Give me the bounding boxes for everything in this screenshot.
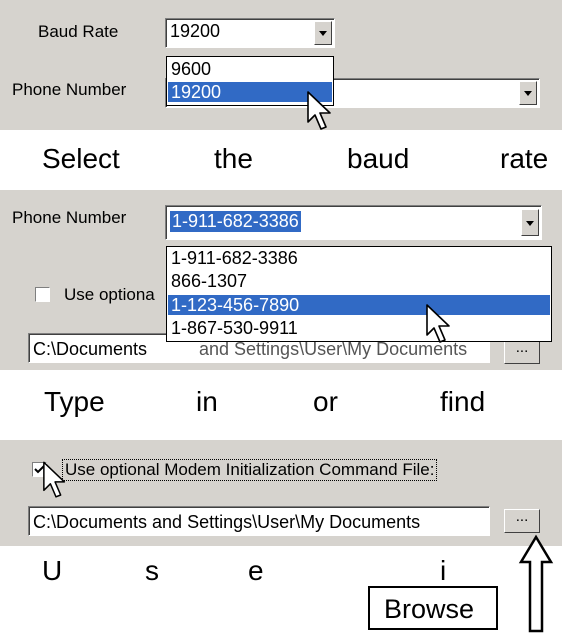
phone-option-2[interactable]: 866-1307 [168, 271, 550, 291]
use-optional-checkbox[interactable] [35, 287, 50, 302]
browse-callout-label: Browse [384, 594, 475, 624]
up-arrow-icon [518, 534, 554, 633]
init-file-path-left: C:\Documents [33, 339, 148, 359]
baud-option-9600[interactable]: 9600 [168, 59, 332, 79]
init-file-path-input-2[interactable]: C:\Documents and Settings\User\My Docume… [28, 506, 490, 536]
phone-number-dropdown-button[interactable] [519, 81, 537, 105]
caption2-word-3: or [313, 386, 338, 417]
phone-number-value: 1-911-682-3386 [170, 211, 301, 232]
chevron-down-icon [524, 91, 532, 96]
baud-rate-value: 19200 [170, 21, 221, 41]
caption3-letter-2: s [145, 555, 159, 586]
caption2-word-4: find [440, 386, 486, 417]
caption1-word-2: the [214, 143, 253, 174]
chevron-down-icon [319, 31, 327, 36]
mouse-pointer-icon [426, 304, 450, 343]
use-optional-init-label: Use optional Modem Initialization Comman… [62, 459, 438, 481]
phone-number-options-list: 1-911-682-3386 866-1307 1-123-456-7890 1… [166, 246, 552, 342]
phone-number-combo[interactable]: 1-911-682-3386 [165, 205, 542, 240]
phone-number-label: Phone Number [12, 80, 127, 99]
caption1-word-3: baud [347, 143, 410, 174]
browse-button-2[interactable]: ... [504, 509, 540, 533]
caption3-letter-4: i [440, 555, 447, 586]
phone-option-1[interactable]: 1-911-682-3386 [168, 248, 550, 268]
chevron-down-icon [526, 220, 534, 226]
phone-option-3[interactable]: 1-123-456-7890 [168, 295, 550, 315]
browse-callout: Browse [368, 586, 498, 630]
init-file-path-value: C:\Documents and Settings\User\My Docume… [33, 512, 421, 532]
baud-rate-select[interactable]: 19200 [165, 18, 335, 48]
use-optional-label-partial: Use optiona [64, 285, 155, 304]
caption1-word-1: Select [42, 143, 120, 174]
phone-number-dropdown-button-2[interactable] [521, 209, 539, 236]
caption2-word-1: Type [44, 386, 105, 417]
caption2-word-2: in [196, 386, 218, 417]
baud-rate-label: Baud Rate [38, 22, 119, 41]
phone-number-label-2: Phone Number [12, 208, 127, 227]
baud-rate-dropdown-button[interactable] [314, 21, 332, 45]
phone-option-4[interactable]: 1-867-530-9911 [168, 318, 550, 338]
caption3-letter-3: e [248, 555, 264, 586]
mouse-pointer-icon [307, 91, 331, 130]
mouse-pointer-icon [43, 461, 66, 498]
browse-button[interactable]: ... [504, 340, 540, 364]
caption3-letter-1: U [42, 555, 63, 586]
caption1-word-4: rate [500, 143, 549, 174]
